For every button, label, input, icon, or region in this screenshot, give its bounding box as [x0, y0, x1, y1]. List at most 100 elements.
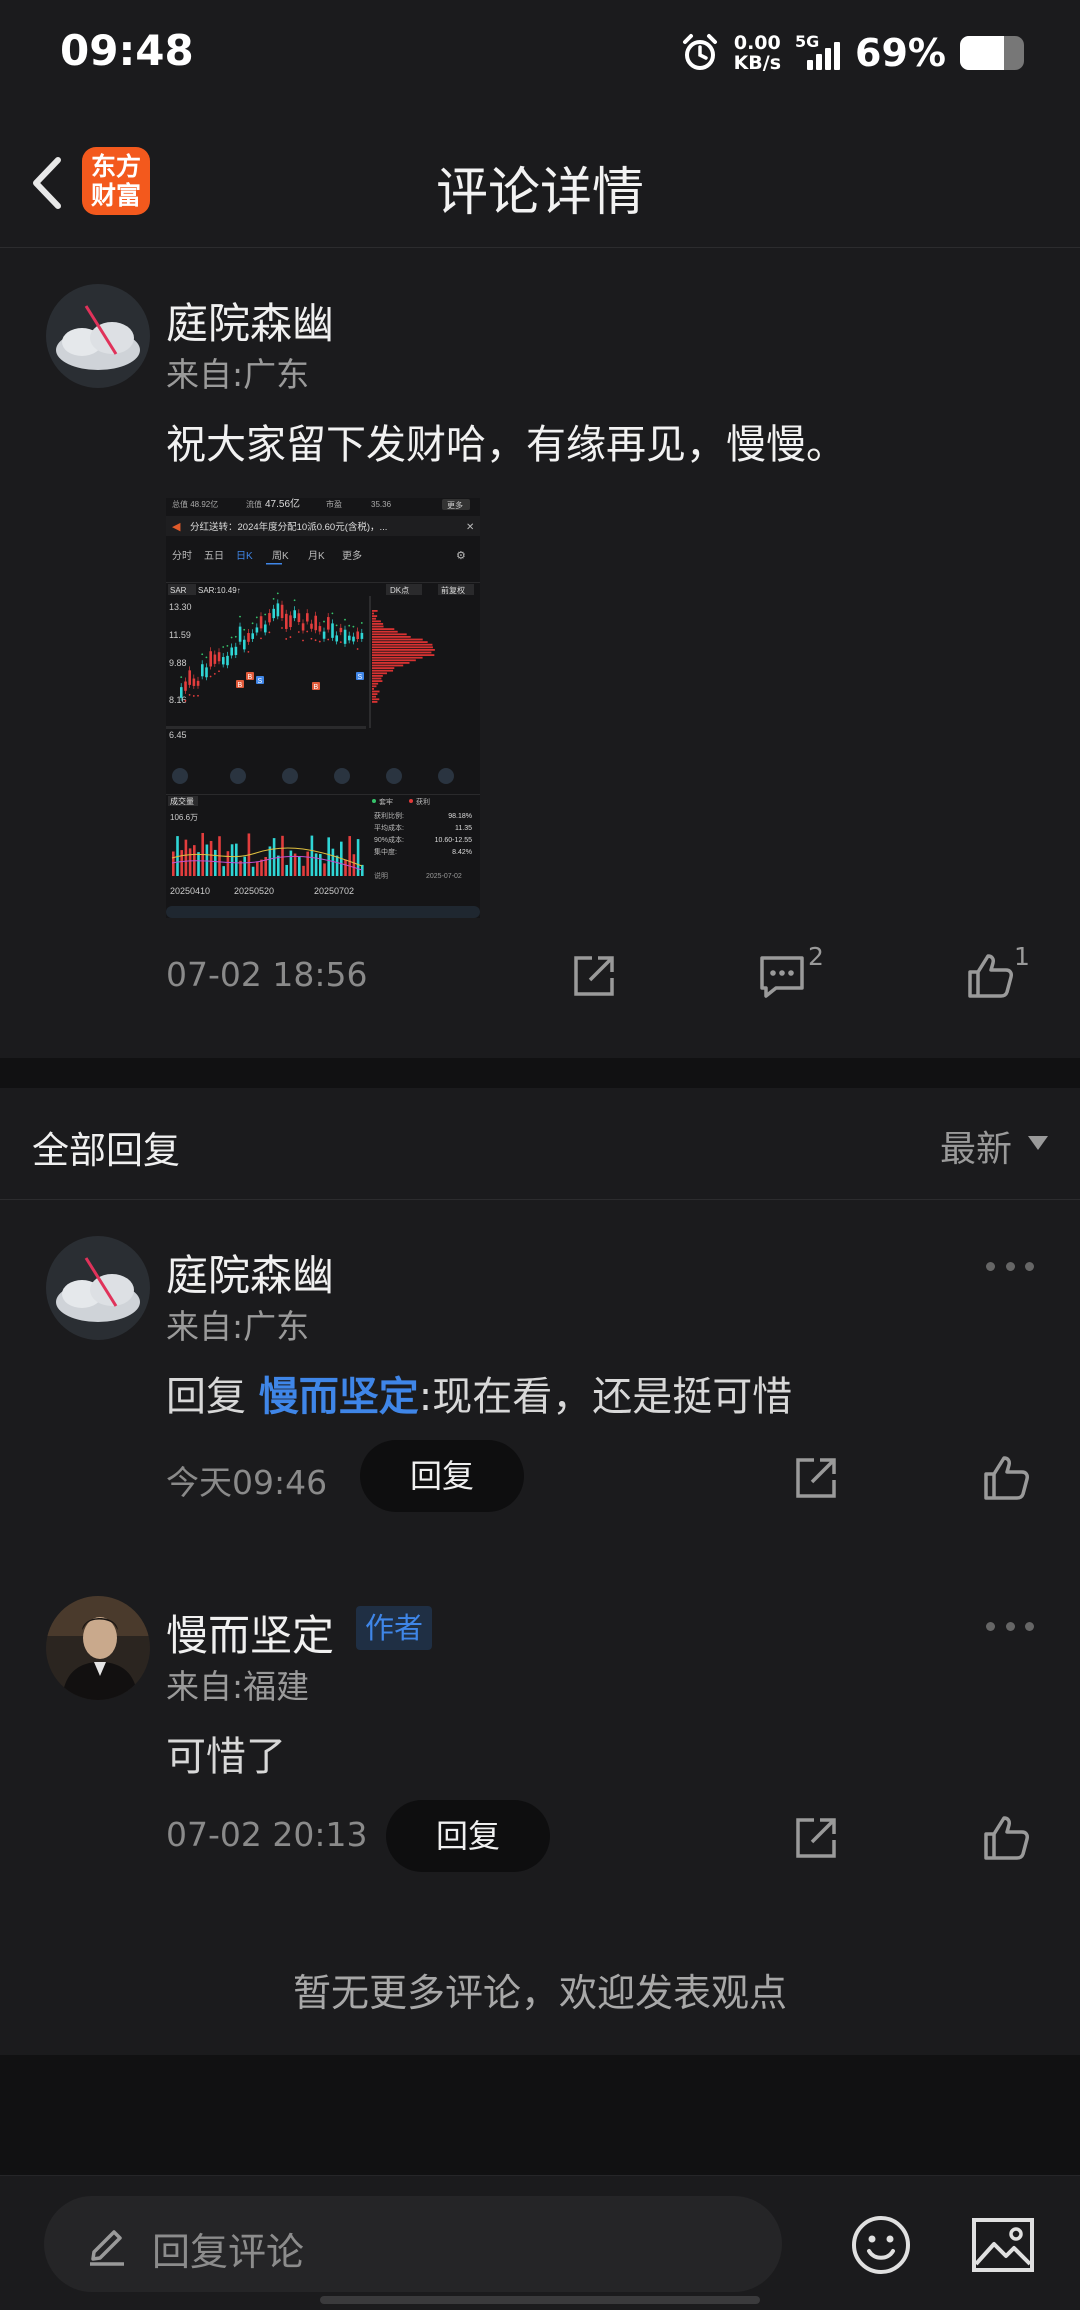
chart-control-icon [438, 768, 454, 784]
empty-area [0, 2055, 1080, 2175]
pe-value: 35.36 [371, 500, 392, 509]
share-icon[interactable] [568, 950, 620, 1002]
volume-bar [310, 835, 314, 876]
like-icon[interactable] [964, 950, 1016, 1002]
chart-control-icon [386, 768, 402, 784]
volume-bar [293, 853, 297, 876]
price-tick: 11.59 [169, 630, 191, 640]
reply-input[interactable]: 回复评论 [44, 2196, 782, 2292]
chip-stat-label: 平均成本: [374, 823, 404, 832]
candle [289, 615, 292, 628]
volume-bar [285, 864, 288, 876]
mention-link[interactable]: 慢而坚定 [259, 1374, 419, 1420]
reply-location: 来自:广东 [166, 1307, 310, 1346]
candle [272, 608, 275, 619]
candle [217, 652, 221, 662]
reply-author[interactable]: 慢而坚定 [166, 1602, 334, 1663]
alarm-icon [682, 34, 717, 70]
post-text: 祝大家留下发财哈，有缘再见，慢慢。 [166, 422, 846, 468]
avatar[interactable] [46, 284, 150, 388]
avatar[interactable] [46, 1596, 150, 1700]
volume-bar [302, 865, 305, 876]
avatar[interactable] [46, 1236, 150, 1340]
volume-bar [251, 866, 255, 876]
chart-tab: 月K [308, 550, 325, 562]
candle [276, 603, 280, 617]
stock-chart-image[interactable]: 总值 48.92亿 流值 47.56亿 市盈 35.36 更多 ◀ 分红送转：2… [166, 498, 480, 918]
reply-author[interactable]: 庭院森幽 [166, 1242, 334, 1303]
chart-tab: 日K [236, 551, 253, 562]
volume-max: 106.6万 [170, 813, 198, 822]
candle [226, 655, 229, 666]
reply-text: 回复 慢而坚定:现在看，还是挺可惜 [166, 1374, 793, 1420]
volume-bar [348, 836, 351, 876]
volume-bar [243, 856, 246, 876]
chip-note: 说明 [374, 871, 388, 880]
comment-icon[interactable] [756, 950, 808, 1002]
volume-bar [226, 851, 230, 876]
date-label: 20250702 [314, 886, 354, 896]
svg-text:B: B [238, 682, 243, 689]
candle [268, 613, 271, 623]
candle [201, 664, 204, 677]
like-icon[interactable] [980, 1452, 1032, 1504]
candle [310, 623, 313, 629]
volume-bar [209, 840, 213, 876]
emoji-icon[interactable] [850, 2214, 912, 2276]
like-icon[interactable] [980, 1812, 1032, 1864]
share-icon[interactable] [790, 1452, 842, 1504]
no-more-comments: 暂无更多评论，欢迎发表观点 [292, 1971, 787, 2015]
reply-time: 07-02 20:13 [166, 1815, 368, 1854]
volume-bar [184, 839, 188, 876]
page-title: 评论详情 [435, 163, 644, 223]
candle [230, 647, 233, 656]
candle [343, 629, 347, 644]
more-options-icon[interactable] [986, 1618, 1034, 1634]
volume-bar [298, 856, 301, 876]
volume-bar [272, 838, 276, 876]
image-icon[interactable] [970, 2214, 1036, 2276]
chart-tab: 分时 [172, 550, 192, 562]
pe-label: 市盈 [326, 499, 342, 509]
float-cap: 47.56亿 [265, 498, 300, 510]
volume-bar [323, 863, 326, 876]
more-options-icon[interactable] [986, 1258, 1034, 1274]
volume-bar [327, 837, 330, 876]
dk-label: DK点 [390, 586, 409, 595]
candle [331, 623, 334, 638]
status-icons: 0.00 KB/s 5G 69% [680, 28, 1024, 78]
sort-dropdown[interactable]: 最新 [940, 1120, 1012, 1172]
reply-list: 庭院森幽 来自:广东 回复 慢而坚定:现在看，还是挺可惜 今天09:46 回复 [0, 1200, 1080, 2055]
volume-bar [319, 853, 322, 876]
reply-button[interactable]: 回复 [360, 1440, 524, 1512]
reply-text: 可惜了 [166, 1734, 286, 1780]
comment-count: 2 [808, 942, 824, 971]
chip-stat-value: 98.18% [448, 813, 472, 820]
candle [184, 681, 187, 691]
candle [188, 670, 191, 685]
app-logo[interactable]: 东方 财富 [82, 147, 150, 215]
reply-button[interactable]: 回复 [386, 1800, 550, 1872]
post-author[interactable]: 庭院森幽 [166, 290, 334, 351]
back-icon[interactable] [20, 148, 80, 218]
chip-stat-value: 11.35 [455, 825, 472, 832]
total-cap: 总值 48.92亿 [172, 499, 218, 509]
candle [259, 616, 263, 629]
chip-legend-1: 套牢 [379, 797, 393, 806]
caret-down-icon[interactable] [1028, 1136, 1048, 1150]
candle [322, 631, 326, 639]
volume-bar [180, 850, 183, 876]
candle [238, 626, 242, 642]
price-tick: 9.88 [169, 658, 187, 668]
volume-bar [352, 854, 356, 876]
volume-bar [235, 843, 238, 876]
volume-bar [214, 849, 217, 876]
candle [339, 627, 343, 633]
volume-bar [172, 851, 175, 876]
volume-bar [260, 859, 263, 876]
candle [255, 627, 259, 633]
share-icon[interactable] [790, 1812, 842, 1864]
chart-tab: 更多 [342, 549, 362, 562]
candle [306, 613, 309, 622]
candle [335, 635, 338, 642]
